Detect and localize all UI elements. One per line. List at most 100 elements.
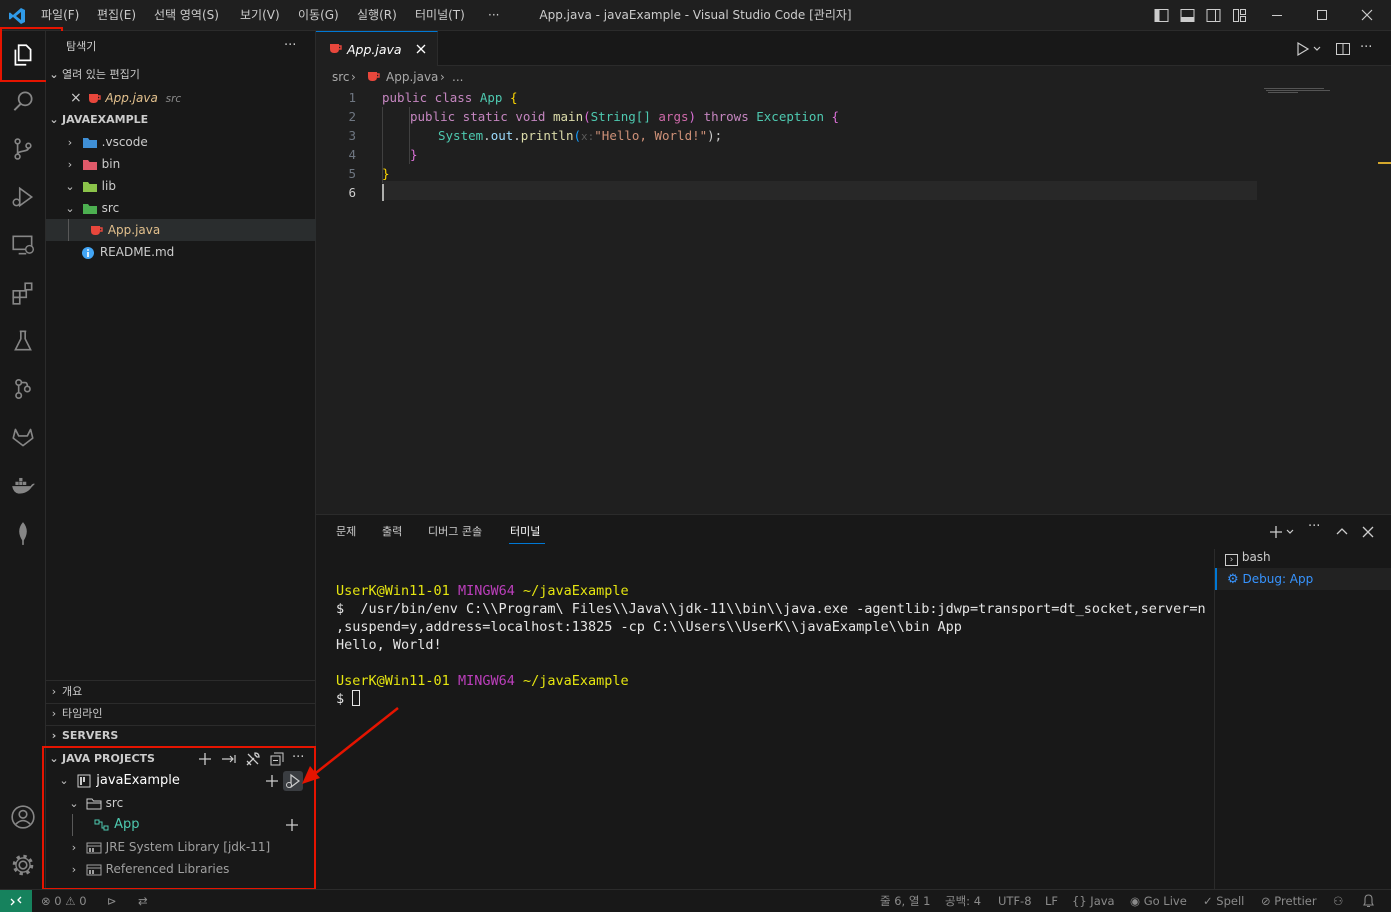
terminal-prompt-line: UserK@Win11-01 MINGW64 ~/javaExample [336, 583, 629, 599]
terminal-tab-debug[interactable]: ⚙ Debug: App [1215, 568, 1391, 590]
sidebar-more-button[interactable]: ··· [284, 31, 296, 63]
launch-debug-icon[interactable]: ⊳ [107, 890, 117, 912]
chevron-down-icon: ⌄ [49, 113, 59, 126]
close-panel-icon[interactable] [1360, 524, 1376, 540]
menu-go[interactable]: 이동(G) [298, 0, 339, 31]
terminal-view[interactable]: UserK@Win11-01 MINGW64 ~/javaExample $ /… [316, 549, 1214, 889]
folder-vscode-icon [82, 136, 98, 150]
end-of-line[interactable]: LF [1045, 890, 1058, 912]
source-control-icon[interactable] [0, 125, 46, 173]
menu-terminal[interactable]: 터미널(T) [415, 0, 465, 31]
customize-layout-icon[interactable] [1232, 8, 1247, 23]
tree-label: README.md [99, 245, 175, 259]
breadcrumb: src › App.java › ... [316, 66, 1391, 88]
check-icon: ✓ [1203, 894, 1213, 908]
minimap[interactable] [1264, 88, 1374, 514]
terminal-tab-bash[interactable]: › bash [1215, 546, 1391, 568]
search-icon[interactable] [0, 77, 46, 125]
accounts-status-icon[interactable]: ⚇ [1333, 890, 1343, 912]
indentation[interactable]: 공백: 4 [945, 890, 981, 912]
remote-icon [10, 896, 22, 906]
open-editor-folder: src [165, 93, 182, 105]
toggle-secondary-sidebar-icon[interactable] [1206, 8, 1221, 23]
chevron-right-icon: › [67, 158, 73, 171]
gitlens-icon[interactable] [0, 365, 46, 413]
live-share-icon[interactable]: ⇄ [138, 890, 148, 912]
text-cursor [382, 184, 384, 201]
tree-item-vscode[interactable]: › .vscode [46, 131, 316, 153]
encoding[interactable]: UTF-8 [998, 890, 1032, 912]
tree-item-lib[interactable]: ⌄ lib [46, 175, 316, 197]
maximize-panel-icon[interactable] [1334, 524, 1350, 540]
testing-icon[interactable] [0, 317, 46, 365]
maximize-icon[interactable] [1315, 8, 1329, 22]
tree-item-src[interactable]: ⌄ src [46, 197, 316, 219]
open-editors-section[interactable]: ⌄ 열려 있는 편집기 [46, 64, 316, 86]
menu-edit[interactable]: 편집(E) [97, 0, 136, 31]
menu-selection[interactable]: 선택 영역(S) [154, 0, 219, 31]
close-window-icon[interactable] [1360, 8, 1374, 22]
menu-more[interactable]: ··· [488, 0, 499, 31]
line-number: 4 [348, 147, 356, 162]
close-editor-icon[interactable]: × [70, 90, 82, 106]
extensions-icon[interactable] [0, 269, 46, 317]
prettier-status[interactable]: ⊘ Prettier [1261, 890, 1317, 912]
problems-status[interactable]: ⊗ 0 ⚠ 0 [41, 890, 87, 912]
tree-label: src [101, 201, 120, 215]
spell-status[interactable]: ✓ Spell [1203, 890, 1244, 912]
outline-section[interactable]: › 개요 [46, 681, 316, 703]
java-file-icon [88, 224, 104, 238]
menu-view[interactable]: 보기(V) [240, 0, 280, 31]
notifications-bell-icon[interactable] [1362, 890, 1375, 912]
activity-bar [0, 31, 46, 889]
tree-item-bin[interactable]: › bin [46, 153, 316, 175]
tab-problems[interactable]: 문제 [336, 515, 356, 549]
panel-more-button[interactable]: ··· [1308, 519, 1320, 534]
servers-section[interactable]: › SERVERS [46, 725, 316, 747]
go-live-button[interactable]: ◉ Go Live [1130, 890, 1187, 912]
editor-more-button[interactable]: ··· [1360, 31, 1372, 64]
annotation-arrow [302, 707, 399, 784]
minimize-icon[interactable] [1270, 8, 1284, 22]
terminal-command-line: ,suspend=y,address=localhost:13825 -cp C… [336, 619, 962, 635]
breadcrumb-folder[interactable]: src [332, 66, 350, 88]
menu-run[interactable]: 실행(R) [357, 0, 397, 31]
braces-icon: {} [1072, 894, 1087, 908]
cursor-position[interactable]: 줄 6, 열 1 [880, 890, 930, 912]
gitlab-icon[interactable] [0, 413, 46, 461]
close-tab-icon[interactable] [414, 42, 428, 56]
run-java-icon[interactable] [1296, 41, 1322, 57]
tree-label: lib [101, 179, 116, 193]
accounts-icon[interactable] [0, 793, 46, 841]
tab-app-java[interactable]: App.java [316, 31, 438, 66]
open-editor-filename: App.java [105, 91, 158, 105]
overview-ruler-marker [1378, 162, 1391, 164]
code-line-1: public class App { [382, 90, 518, 105]
breadcrumb-file[interactable]: App.java [386, 66, 438, 88]
code-editor[interactable]: 1 2 3 4 5 6 public class App { public st… [316, 88, 1391, 514]
open-editor-item[interactable]: × App.java src [46, 87, 316, 109]
tab-output[interactable]: 출력 [382, 515, 402, 549]
remote-explorer-icon[interactable] [0, 221, 46, 269]
chevron-right-icon: › [51, 685, 57, 698]
toggle-primary-sidebar-icon[interactable] [1154, 8, 1169, 23]
mongodb-icon[interactable] [0, 509, 46, 557]
code-line-3: System.out.println(x:"Hello, World!"); [438, 128, 723, 143]
docker-icon[interactable] [0, 461, 46, 509]
toggle-panel-icon[interactable] [1180, 8, 1195, 23]
timeline-section[interactable]: › 타임라인 [46, 703, 316, 725]
breadcrumb-symbol[interactable]: ... [452, 66, 463, 88]
terminal-icon: › [1225, 554, 1238, 566]
manage-gear-icon[interactable] [0, 841, 46, 889]
remote-indicator[interactable] [0, 890, 32, 912]
line-number: 3 [348, 128, 356, 143]
tree-item-readme[interactable]: README.md [46, 241, 316, 263]
workspace-label: JAVAEXAMPLE [62, 113, 149, 126]
tab-debug-console[interactable]: 디버그 콘솔 [428, 515, 482, 549]
workspace-section[interactable]: ⌄ JAVAEXAMPLE [46, 109, 316, 131]
run-debug-icon[interactable] [0, 173, 46, 221]
language-mode[interactable]: {} Java [1072, 890, 1115, 912]
new-terminal-icon[interactable] [1269, 524, 1299, 540]
tree-item-app-java[interactable]: App.java [46, 219, 316, 241]
split-editor-icon[interactable] [1335, 41, 1351, 57]
